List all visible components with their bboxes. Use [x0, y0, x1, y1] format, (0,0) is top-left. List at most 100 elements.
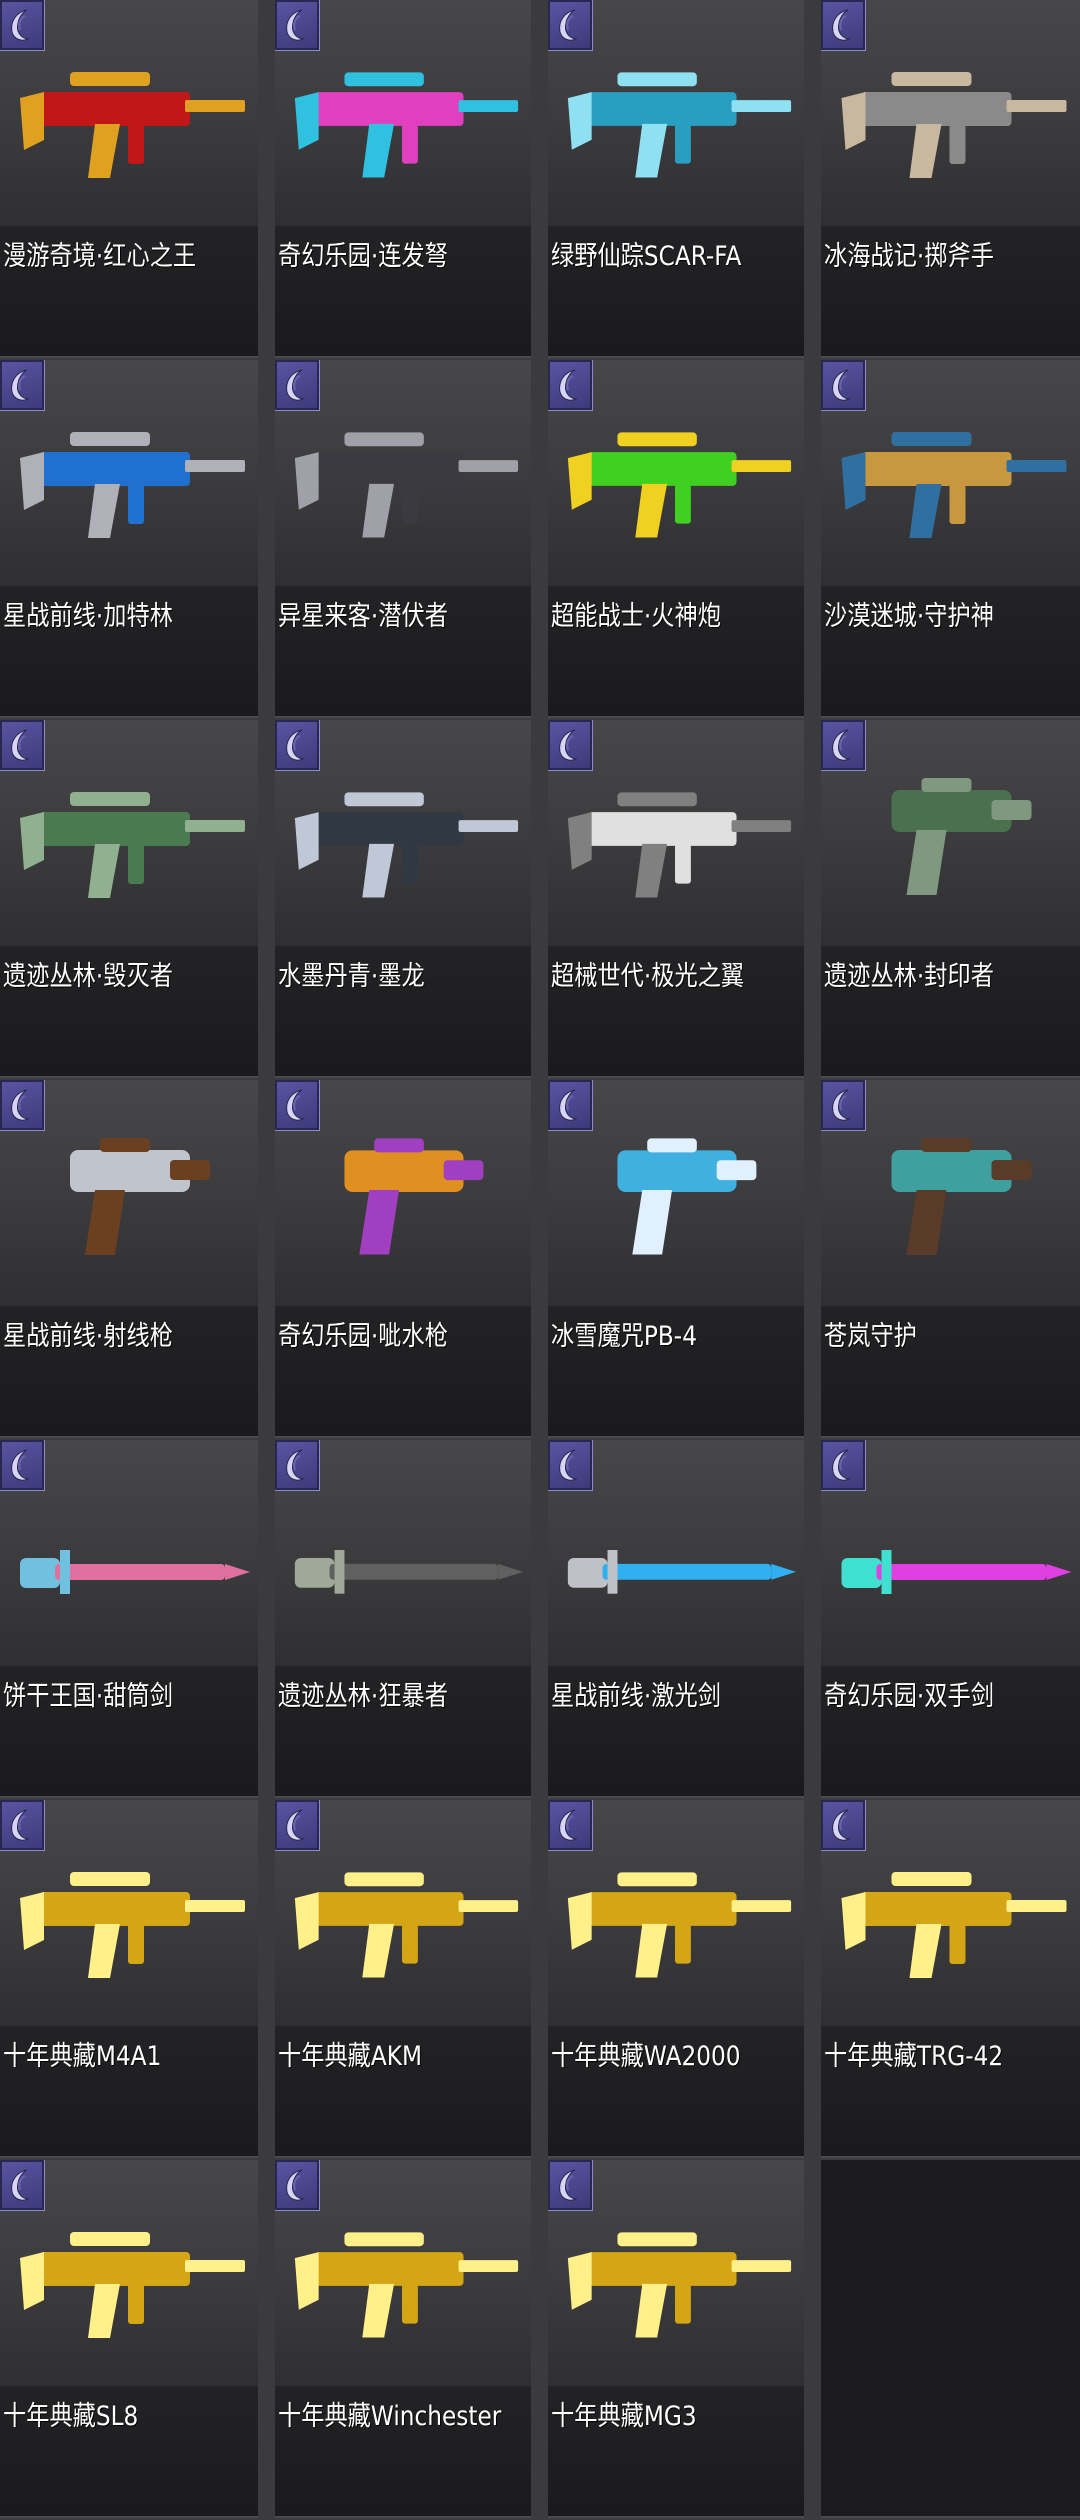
weapon-name: 绿野仙踪SCAR-FA	[551, 241, 742, 272]
weapon-card[interactable]: 十年典藏MG3	[548, 2160, 804, 2518]
weapon-card[interactable]: 超能战士·火神炮	[548, 360, 804, 718]
weapon-card[interactable]: 遗迹丛林·狂暴者	[275, 1440, 531, 1798]
weapon-name: 十年典藏MG3	[551, 2401, 697, 2432]
crescent-quality-icon	[0, 1800, 45, 1851]
weapon-card[interactable]: 奇幻乐园·连发弩	[275, 0, 531, 358]
crescent-quality-icon	[821, 720, 866, 771]
weapon-name: 十年典藏Winchester	[278, 2401, 502, 2432]
weapon-name: 星战前线·加特林	[3, 601, 173, 632]
weapon-card[interactable]: 沙漠迷城·守护神	[821, 360, 1080, 718]
weapon-name-bar: 遗迹丛林·封印者	[821, 946, 1080, 1076]
weapon-card[interactable]: 十年典藏Winchester	[275, 2160, 531, 2518]
weapon-name: 遗迹丛林·毁灭者	[3, 961, 173, 992]
weapon-name: 苍岚守护	[824, 1321, 917, 1352]
weapon-card[interactable]: 遗迹丛林·封印者	[821, 720, 1080, 1078]
weapon-card[interactable]: 十年典藏WA2000	[548, 1800, 804, 2158]
crescent-quality-icon	[275, 720, 320, 771]
weapon-card[interactable]: 十年典藏SL8	[0, 2160, 258, 2518]
crescent-quality-icon	[0, 0, 45, 51]
weapon-name: 饼干王国·甜筒剑	[3, 1681, 173, 1712]
weapon-name: 十年典藏M4A1	[3, 2041, 162, 2072]
weapon-name-bar: 绿野仙踪SCAR-FA	[548, 226, 804, 356]
weapon-name: 十年典藏TRG-42	[824, 2041, 1004, 2072]
weapon-name-bar: 十年典藏Winchester	[275, 2386, 531, 2516]
weapon-name-bar: 星战前线·加特林	[0, 586, 258, 716]
weapon-card[interactable]: 奇幻乐园·双手剑	[821, 1440, 1080, 1798]
crescent-quality-icon	[0, 360, 45, 411]
weapon-name-bar: 超械世代·极光之翼	[548, 946, 804, 1076]
weapon-name-bar: 冰雪魔咒PB-4	[548, 1306, 804, 1436]
empty-slot	[821, 2160, 1080, 2518]
weapon-card[interactable]: 星战前线·射线枪	[0, 1080, 258, 1438]
weapon-card[interactable]: 超械世代·极光之翼	[548, 720, 804, 1078]
weapon-name: 冰雪魔咒PB-4	[551, 1321, 697, 1352]
weapon-name: 奇幻乐园·呲水枪	[278, 1321, 448, 1352]
weapon-name: 十年典藏SL8	[3, 2401, 139, 2432]
crescent-quality-icon	[275, 1080, 320, 1131]
weapon-name-bar: 水墨丹青·墨龙	[275, 946, 531, 1076]
weapon-name: 奇幻乐园·双手剑	[824, 1681, 994, 1712]
weapon-name: 星战前线·射线枪	[3, 1321, 173, 1352]
weapon-card[interactable]: 奇幻乐园·呲水枪	[275, 1080, 531, 1438]
weapon-card[interactable]: 十年典藏TRG-42	[821, 1800, 1080, 2158]
weapon-name-bar: 十年典藏WA2000	[548, 2026, 804, 2156]
crescent-quality-icon	[0, 1440, 45, 1491]
crescent-quality-icon	[821, 1800, 866, 1851]
weapon-name-bar: 星战前线·激光剑	[548, 1666, 804, 1796]
weapon-name-bar: 十年典藏SL8	[0, 2386, 258, 2516]
weapon-name-bar: 奇幻乐园·双手剑	[821, 1666, 1080, 1796]
weapon-name-bar: 十年典藏MG3	[548, 2386, 804, 2516]
weapon-card[interactable]: 十年典藏M4A1	[0, 1800, 258, 2158]
weapon-name-bar: 十年典藏AKM	[275, 2026, 531, 2156]
weapon-card[interactable]: 异星来客·潜伏者	[275, 360, 531, 718]
weapon-card[interactable]: 遗迹丛林·毁灭者	[0, 720, 258, 1078]
crescent-quality-icon	[275, 1800, 320, 1851]
weapon-name-bar: 漫游奇境·红心之王	[0, 226, 258, 356]
crescent-quality-icon	[821, 0, 866, 51]
weapon-name-bar: 十年典藏TRG-42	[821, 2026, 1080, 2156]
weapon-name-bar: 遗迹丛林·毁灭者	[0, 946, 258, 1076]
weapon-name: 水墨丹青·墨龙	[278, 961, 425, 992]
crescent-quality-icon	[275, 0, 320, 51]
weapon-name-bar: 十年典藏M4A1	[0, 2026, 258, 2156]
crescent-quality-icon	[548, 0, 593, 51]
weapon-card[interactable]: 冰雪魔咒PB-4	[548, 1080, 804, 1438]
weapon-card[interactable]: 冰海战记·掷斧手	[821, 0, 1080, 358]
crescent-quality-icon	[0, 1080, 45, 1131]
weapon-name-bar: 苍岚守护	[821, 1306, 1080, 1436]
crescent-quality-icon	[548, 1080, 593, 1131]
weapon-name: 遗迹丛林·封印者	[824, 961, 994, 992]
weapon-name: 遗迹丛林·狂暴者	[278, 1681, 448, 1712]
weapon-name: 超械世代·极光之翼	[551, 961, 745, 992]
weapon-name-bar: 沙漠迷城·守护神	[821, 586, 1080, 716]
weapon-name: 十年典藏AKM	[278, 2041, 423, 2072]
weapon-card[interactable]: 饼干王国·甜筒剑	[0, 1440, 258, 1798]
weapon-card[interactable]: 水墨丹青·墨龙	[275, 720, 531, 1078]
weapon-card[interactable]: 绿野仙踪SCAR-FA	[548, 0, 804, 358]
crescent-quality-icon	[548, 2160, 593, 2211]
weapon-collection-grid: 漫游奇境·红心之王 奇幻乐园·连发弩 绿野仙踪SCAR-FA 冰海战记·掷斧手星战前线…	[0, 0, 1080, 2520]
weapon-name: 冰海战记·掷斧手	[824, 241, 994, 272]
crescent-quality-icon	[0, 2160, 45, 2211]
weapon-name: 超能战士·火神炮	[551, 601, 721, 632]
weapon-name-bar: 星战前线·射线枪	[0, 1306, 258, 1436]
crescent-quality-icon	[821, 1440, 866, 1491]
weapon-name-bar: 饼干王国·甜筒剑	[0, 1666, 258, 1796]
crescent-quality-icon	[0, 720, 45, 771]
weapon-name: 漫游奇境·红心之王	[3, 241, 197, 272]
weapon-name: 异星来客·潜伏者	[278, 601, 448, 632]
weapon-card[interactable]: 星战前线·激光剑	[548, 1440, 804, 1798]
weapon-name-bar: 异星来客·潜伏者	[275, 586, 531, 716]
crescent-quality-icon	[275, 1440, 320, 1491]
weapon-name: 奇幻乐园·连发弩	[278, 241, 448, 272]
weapon-name-bar: 奇幻乐园·连发弩	[275, 226, 531, 356]
crescent-quality-icon	[548, 720, 593, 771]
weapon-name-bar: 遗迹丛林·狂暴者	[275, 1666, 531, 1796]
weapon-card[interactable]: 漫游奇境·红心之王	[0, 0, 258, 358]
crescent-quality-icon	[548, 360, 593, 411]
weapon-name: 沙漠迷城·守护神	[824, 601, 994, 632]
weapon-card[interactable]: 星战前线·加特林	[0, 360, 258, 718]
weapon-name-bar: 超能战士·火神炮	[548, 586, 804, 716]
weapon-card[interactable]: 苍岚守护	[821, 1080, 1080, 1438]
weapon-card[interactable]: 十年典藏AKM	[275, 1800, 531, 2158]
